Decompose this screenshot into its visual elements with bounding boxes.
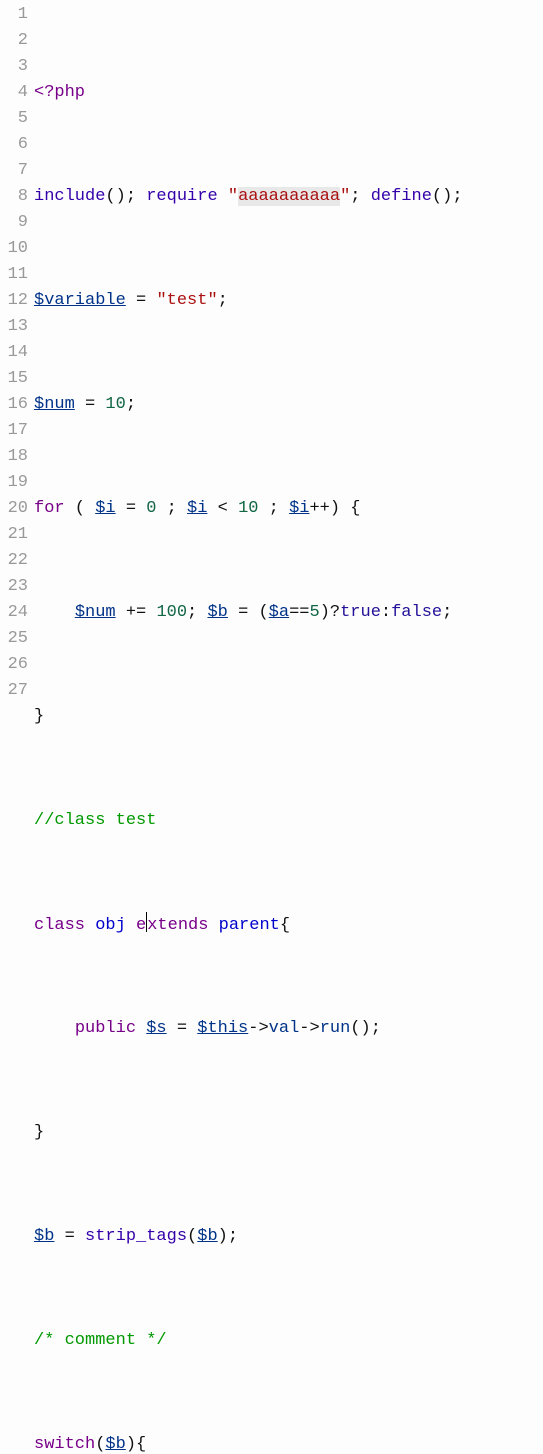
code-line: /* comment */ bbox=[34, 1328, 543, 1354]
code-line: <?php bbox=[34, 80, 543, 106]
line-number: 7 bbox=[0, 158, 28, 184]
line-number: 18 bbox=[0, 444, 28, 470]
code-line: class obj extends parent{ bbox=[34, 912, 543, 938]
php-open-tag: <?php bbox=[34, 83, 85, 102]
line-number: 9 bbox=[0, 210, 28, 236]
code-line: //class test bbox=[34, 808, 543, 834]
line-number: 2 bbox=[0, 28, 28, 54]
line-number: 25 bbox=[0, 626, 28, 652]
code-line: for ( $i = 0 ; $i < 10 ; $i++) { bbox=[34, 496, 543, 522]
code-line: include(); require "aaaaaaaaaa"; define(… bbox=[34, 184, 543, 210]
code-line: $variable = "test"; bbox=[34, 288, 543, 314]
line-number: 14 bbox=[0, 340, 28, 366]
line-number: 6 bbox=[0, 132, 28, 158]
code-line: switch($b){ bbox=[34, 1432, 543, 1454]
line-number: 12 bbox=[0, 288, 28, 314]
code-line: $num = 10; bbox=[34, 392, 543, 418]
comment: //class test bbox=[34, 811, 156, 830]
line-number: 21 bbox=[0, 522, 28, 548]
code-line: } bbox=[34, 1120, 543, 1146]
code-line: public $s = $this->val->run(); bbox=[34, 1016, 543, 1042]
line-number: 16 bbox=[0, 392, 28, 418]
line-number: 15 bbox=[0, 366, 28, 392]
comment: /* comment */ bbox=[34, 1331, 167, 1350]
line-number: 23 bbox=[0, 574, 28, 600]
line-number: 26 bbox=[0, 652, 28, 678]
code-line: } bbox=[34, 704, 543, 730]
code-editor[interactable]: 1234567891011121314151617181920212223242… bbox=[0, 0, 543, 1454]
line-number: 24 bbox=[0, 600, 28, 626]
line-number: 20 bbox=[0, 496, 28, 522]
line-number: 19 bbox=[0, 470, 28, 496]
line-number: 11 bbox=[0, 262, 28, 288]
line-number: 17 bbox=[0, 418, 28, 444]
line-number: 4 bbox=[0, 80, 28, 106]
line-number: 13 bbox=[0, 314, 28, 340]
code-line: $num += 100; $b = ($a==5)?true:false; bbox=[34, 600, 543, 626]
line-number: 3 bbox=[0, 54, 28, 80]
line-number: 1 bbox=[0, 2, 28, 28]
code-area[interactable]: <?php include(); require "aaaaaaaaaa"; d… bbox=[34, 2, 543, 1454]
code-line: $b = strip_tags($b); bbox=[34, 1224, 543, 1250]
line-number: 22 bbox=[0, 548, 28, 574]
line-number-gutter: 1234567891011121314151617181920212223242… bbox=[0, 2, 34, 1454]
line-number: 8 bbox=[0, 184, 28, 210]
line-number: 27 bbox=[0, 678, 28, 704]
line-number: 10 bbox=[0, 236, 28, 262]
line-number: 5 bbox=[0, 106, 28, 132]
